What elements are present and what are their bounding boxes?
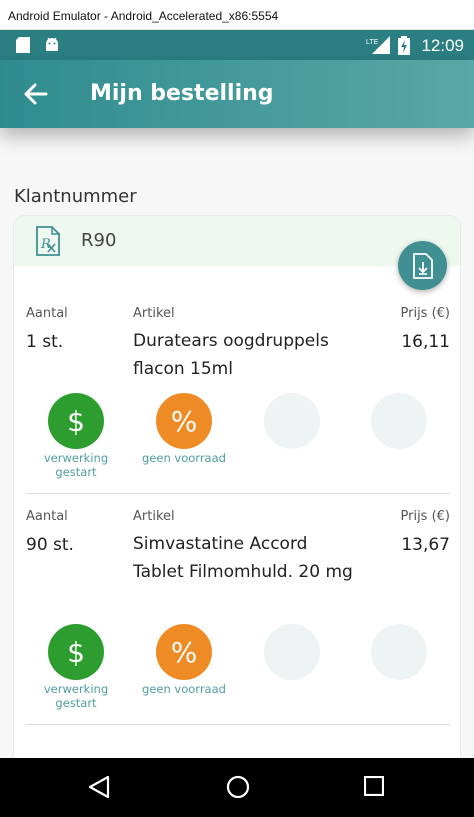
price-label: Prijs (€) <box>400 306 451 321</box>
download-document-button[interactable] <box>398 241 447 290</box>
card-header: R R90 <box>14 216 460 266</box>
divider <box>26 493 450 494</box>
battery-charging-icon <box>398 36 410 55</box>
percent-icon: % <box>156 624 212 680</box>
article-label: Artikel <box>133 306 175 321</box>
percent-icon: % <box>156 393 212 449</box>
android-icon <box>46 37 58 51</box>
empty-status-circle <box>371 624 427 680</box>
item-quantity: 1 st. <box>26 332 64 352</box>
status-empty <box>242 624 342 680</box>
prescription-icon: R <box>36 226 60 256</box>
section-label: Klantnummer <box>14 186 137 207</box>
dollar-icon: $ <box>48 624 104 680</box>
status-processing[interactable]: $ verwerking gestart <box>26 393 126 479</box>
status-empty <box>349 393 449 449</box>
price-label: Prijs (€) <box>400 509 451 524</box>
item-article: Duratears oogdruppels flacon 15ml <box>133 331 329 379</box>
status-processing[interactable]: $ verwerking gestart <box>26 624 126 710</box>
status-caption: verwerking gestart <box>43 682 109 710</box>
empty-status-circle <box>264 624 320 680</box>
order-item: Aantal Artikel Prijs (€) 1 st. Duratears… <box>14 306 460 506</box>
item-price: 13,67 <box>401 535 450 555</box>
sd-card-icon <box>16 37 30 53</box>
app-bar: Mijn bestelling <box>0 60 474 128</box>
network-type-label: LTE <box>366 39 379 46</box>
nav-home-icon[interactable] <box>226 775 250 799</box>
dollar-icon: $ <box>48 393 104 449</box>
item-article: Simvastatine Accord Tablet Filmomhuld. 2… <box>133 534 353 582</box>
main-content[interactable]: Klantnummer R R90 Aantal Artikel Prijs (… <box>0 128 474 758</box>
signal-icon: LTE <box>366 36 390 54</box>
status-out-of-stock[interactable]: % geen voorraad <box>134 393 234 465</box>
nav-back-icon[interactable] <box>88 775 110 799</box>
status-empty <box>349 624 449 680</box>
document-download-icon <box>413 253 433 279</box>
navigation-bar <box>0 758 474 817</box>
status-caption: geen voorraad <box>142 682 226 696</box>
empty-status-circle <box>264 393 320 449</box>
quantity-label: Aantal <box>26 509 68 524</box>
empty-status-circle <box>371 393 427 449</box>
page-title: Mijn bestelling <box>90 81 274 106</box>
status-caption: geen voorraad <box>142 451 226 465</box>
status-empty <box>242 393 342 449</box>
nav-recents-icon[interactable] <box>364 776 384 796</box>
divider <box>26 724 450 725</box>
status-caption: verwerking gestart <box>43 451 109 479</box>
item-price: 16,11 <box>401 332 450 352</box>
status-bar: LTE 12:09 <box>0 30 474 60</box>
status-out-of-stock[interactable]: % geen voorraad <box>134 624 234 696</box>
status-clock: 12:09 <box>421 36 464 55</box>
order-item: Aantal Artikel Prijs (€) 90 st. Simvasta… <box>14 509 460 749</box>
order-card: R R90 Aantal Artikel Prijs (€) 1 st. Dur… <box>13 215 461 758</box>
quantity-label: Aantal <box>26 306 68 321</box>
customer-number: R90 <box>81 230 117 251</box>
window-titlebar: Android Emulator - Android_Accelerated_x… <box>0 0 474 30</box>
arrow-left-icon[interactable] <box>22 82 48 106</box>
item-quantity: 90 st. <box>26 535 74 555</box>
window-title: Android Emulator - Android_Accelerated_x… <box>8 9 279 23</box>
article-label: Artikel <box>133 509 175 524</box>
